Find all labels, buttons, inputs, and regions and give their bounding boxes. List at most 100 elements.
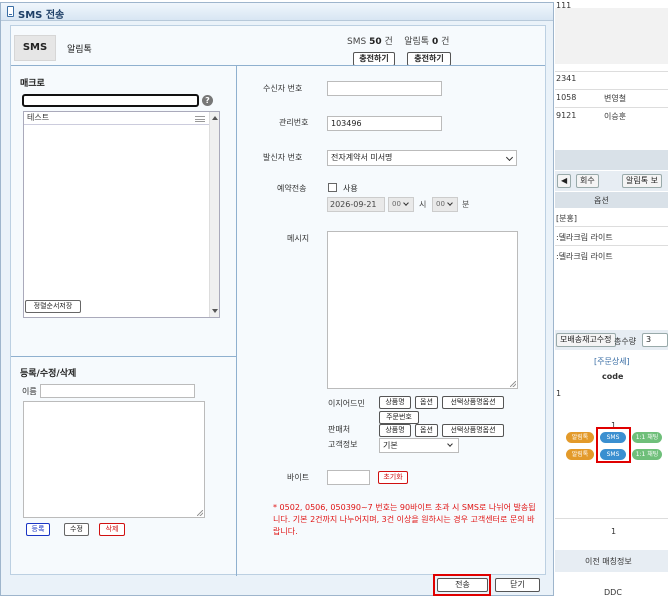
seller-product-button[interactable]: 상품명 — [379, 424, 411, 437]
bg-alimtalk-button[interactable]: 알림톡 보 — [622, 174, 662, 188]
bg-prev-matching: 이전 매칭정보 — [585, 557, 632, 566]
bg-order-detail-link[interactable]: [주문상세] — [594, 356, 630, 367]
bg-alimtalk-pill[interactable]: 알림톡 — [566, 432, 594, 443]
easy-admin-order-number-button[interactable]: 주문번호 — [379, 411, 419, 424]
help-icon[interactable]: ? — [202, 95, 213, 106]
bg-divider — [555, 518, 668, 519]
notice-text: * 0502, 0506, 050390~7 번호는 90바이트 초과 시 SM… — [273, 503, 536, 536]
reserve-date-input[interactable]: 2026-09-21 — [327, 197, 385, 212]
hour-select[interactable]: 00 — [388, 197, 414, 212]
bg-option-row: [분홍] — [556, 214, 577, 223]
bg-option-header: 옵션 — [594, 196, 609, 205]
macro-list: 테스트 — [23, 111, 220, 318]
bg-chat-pill[interactable]: 1:1 채팅 — [632, 449, 662, 460]
divider — [11, 65, 545, 66]
drag-handle-icon[interactable] — [195, 116, 205, 122]
dialog-title: SMS 전송 — [18, 10, 65, 21]
macro-content-textarea[interactable] — [23, 401, 205, 518]
reset-button[interactable]: 초기화 — [378, 471, 408, 484]
dialog-titlebar[interactable]: SMS 전송 — [1, 3, 553, 21]
bg-total-label: 총수량 — [614, 337, 637, 346]
manage-number-input[interactable]: 103496 — [327, 116, 442, 131]
bg-alimtalk-pill[interactable]: 알림톡 — [566, 449, 594, 460]
message-textarea[interactable] — [327, 231, 518, 389]
message-counter: SMS 50 건 알림톡 0 건 — [347, 34, 449, 47]
bg-code-row: 1 — [556, 389, 562, 398]
bg-alimtalk-label: 알림톡 보 — [626, 176, 658, 185]
close-button[interactable]: 닫기 — [495, 578, 540, 592]
easy-admin-label: 이지어드민 — [328, 399, 365, 408]
dialog-body: SMS 알림톡 SMS 50 건 알림톡 0 건 충전하기 충전하기 매크로 ?… — [10, 25, 546, 576]
customer-info-select[interactable]: 기본 — [379, 438, 459, 453]
easy-admin-product-button[interactable]: 상품명 — [379, 396, 411, 409]
reserve-checkbox[interactable] — [328, 183, 337, 192]
tab-sms[interactable]: SMS — [14, 35, 56, 61]
bg-ddc: DDC — [604, 588, 622, 597]
bg-bottom-value: 1 — [611, 527, 617, 536]
seller-selected-option-button[interactable]: 선택상품명옵션 — [442, 424, 504, 437]
seller-option-button[interactable]: 옵션 — [415, 424, 438, 437]
byte-label: 바이트 — [287, 473, 310, 482]
bg-total-field[interactable]: 3 — [642, 333, 668, 347]
byte-count-input[interactable] — [327, 470, 370, 485]
recipient-input[interactable] — [327, 81, 442, 96]
sender-select[interactable]: 전자계약서 미서명 — [327, 150, 517, 166]
send-button[interactable]: 전송 — [437, 578, 488, 592]
sort-save-button[interactable]: 정렬순서저장 — [25, 300, 81, 313]
reserve-label: 예약전송 — [277, 184, 307, 193]
alimtalk-charge-button[interactable]: 충전하기 — [407, 52, 451, 66]
customer-info-selected: 기본 — [383, 441, 398, 450]
sender-selected: 전자계약서 미서명 — [331, 153, 393, 162]
bg-refund-button[interactable]: 회수 — [576, 174, 599, 188]
easy-admin-selected-option-button[interactable]: 선택상품명옵션 — [442, 396, 504, 409]
sms-pill-highlight — [596, 427, 631, 463]
scroll-up-icon[interactable] — [212, 116, 218, 120]
alimtalk-count-unit: 건 — [441, 37, 450, 47]
bg-row-id: 9121 — [556, 111, 577, 120]
reserve-use-label: 사용 — [343, 184, 358, 193]
macro-item-label: 테스트 — [27, 113, 50, 122]
hour-selected: 00 — [392, 200, 401, 208]
chevron-down-icon — [403, 200, 409, 206]
delete-button[interactable]: 삭제 — [99, 523, 125, 536]
edit-button[interactable]: 수정 — [64, 523, 89, 536]
bg-row-id: 1058 — [556, 93, 577, 102]
sms-dialog: SMS 전송 SMS 알림톡 SMS 50 건 알림톡 0 건 충전하기 충전하… — [0, 2, 554, 596]
manage-number-label: 관리번호 — [279, 118, 309, 127]
message-label: 메시지 — [287, 234, 310, 243]
easy-admin-option-button[interactable]: 옵션 — [415, 396, 438, 409]
bg-option-row: :델라크림 라이트 — [556, 233, 613, 242]
alimtalk-count-label: 알림톡 — [404, 37, 430, 47]
register-button[interactable]: 등록 — [26, 523, 50, 536]
tab-alimtalk[interactable]: 알림톡 — [67, 42, 92, 55]
bg-alimtalk-pill-label: 알림톡 — [571, 451, 589, 458]
bg-divider — [555, 89, 668, 90]
bg-row-id: 2341 — [556, 74, 577, 83]
resize-handle-icon[interactable] — [510, 381, 516, 387]
sms-count-label: SMS — [347, 37, 367, 47]
macro-title: 매크로 — [20, 79, 45, 89]
bg-header-band — [555, 150, 668, 170]
bg-code-header: code — [602, 372, 624, 381]
bg-divider — [555, 71, 668, 72]
chevron-down-icon — [447, 441, 453, 447]
bg-toolbar-btn[interactable]: ◀ — [557, 174, 572, 188]
customer-info-label: 고객정보 — [328, 440, 358, 449]
macro-search-input[interactable] — [22, 94, 199, 107]
bg-option-row: :델라크림 라이트 — [556, 252, 613, 261]
resize-handle-icon[interactable] — [197, 510, 203, 516]
name-input[interactable] — [40, 384, 195, 398]
bg-chat-pill[interactable]: 1:1 채팅 — [632, 432, 662, 443]
sms-count: 50 — [369, 37, 382, 47]
divider — [236, 66, 237, 576]
bg-stock-button[interactable]: 모배송재고수정 — [556, 333, 616, 347]
sms-charge-button[interactable]: 충전하기 — [353, 52, 395, 66]
minute-select[interactable]: 00 — [432, 197, 458, 212]
macro-scrollbar[interactable] — [209, 112, 219, 317]
seller-label: 판매처 — [328, 425, 351, 434]
scroll-down-icon[interactable] — [212, 309, 218, 313]
dialog-footer: 전송 닫기 — [1, 574, 553, 596]
macro-list-item[interactable]: 테스트 — [24, 112, 209, 125]
bg-option-header-band — [555, 192, 668, 208]
bg-total-value: 3 — [646, 335, 652, 344]
